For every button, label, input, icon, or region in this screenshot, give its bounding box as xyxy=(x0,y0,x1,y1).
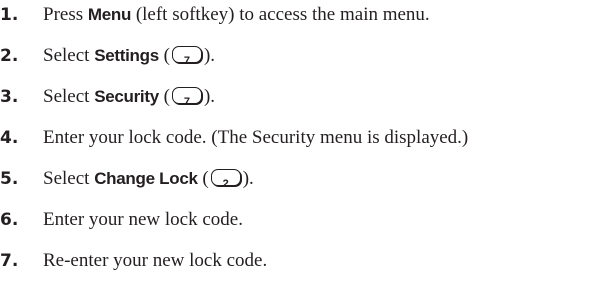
menu-term: Change Lock xyxy=(94,169,198,188)
step-text-before: Press xyxy=(43,4,88,25)
step-text: Select Security (7). xyxy=(43,85,215,109)
step-text-before: Select xyxy=(43,168,95,189)
key-label: 7 xyxy=(183,55,190,67)
paren-open: ( xyxy=(158,86,170,107)
step-number: 5. xyxy=(0,169,19,189)
step-text-before: Select xyxy=(43,45,95,66)
step-number: 4. xyxy=(0,128,19,148)
step-text: Select Settings (7). xyxy=(43,44,215,68)
step-text: Re-enter your new lock code. xyxy=(43,250,268,271)
paren-open: ( xyxy=(158,45,170,66)
key-label: 2 xyxy=(222,178,229,190)
menu-term: Menu xyxy=(87,5,132,24)
step-text: Enter your new lock code. xyxy=(43,209,243,230)
step-number: 2. xyxy=(0,46,19,66)
key-label: 7 xyxy=(183,96,191,108)
step-text: Select Change Lock (2). xyxy=(43,167,254,191)
menu-term: Settings xyxy=(94,46,159,65)
step-number: 7. xyxy=(0,251,19,271)
keypad-key-icon: 7 xyxy=(171,46,202,67)
paren-open: ( xyxy=(197,168,209,189)
paren-close: ). xyxy=(203,45,216,66)
paren-close: ). xyxy=(203,86,216,107)
keypad-key-icon: 7 xyxy=(171,87,202,108)
step-text: Enter your lock code. (The Security menu… xyxy=(43,127,469,148)
menu-term: Security xyxy=(94,87,159,106)
step-text-after: (left softkey) to access the main menu. xyxy=(131,4,430,25)
step-number: 6. xyxy=(0,210,19,230)
step-number: 3. xyxy=(0,87,19,107)
step-number: 1. xyxy=(0,5,19,25)
step-text-before: Select xyxy=(43,86,95,107)
step-text: Press Menu (left softkey) to access the … xyxy=(43,3,430,27)
paren-close: ). xyxy=(242,168,254,189)
keypad-key-icon: 2 xyxy=(210,169,241,190)
